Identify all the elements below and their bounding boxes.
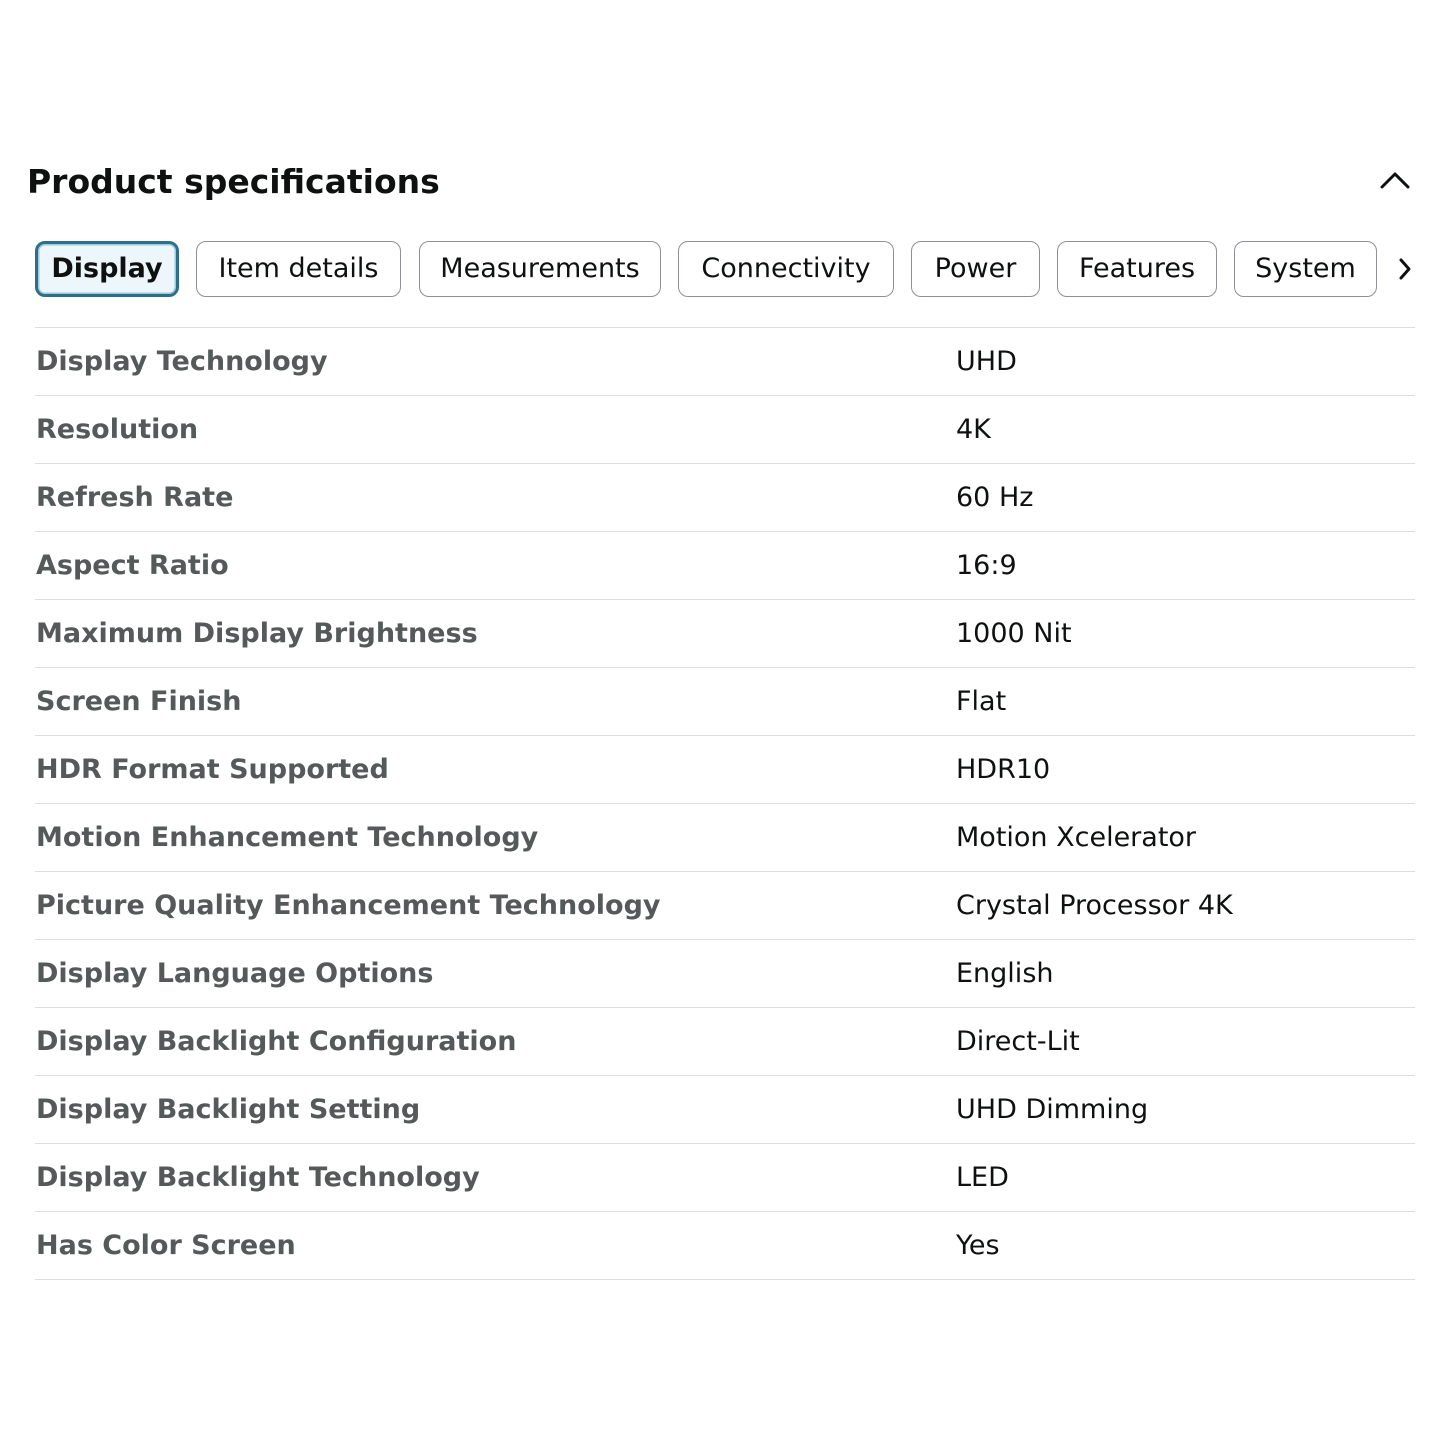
spec-value: UHD (956, 346, 1017, 377)
tab-measurements[interactable]: Measurements (419, 241, 661, 297)
spec-label: Refresh Rate (36, 482, 234, 513)
spec-value: Yes (956, 1230, 1000, 1261)
product-specifications-page: Product specifications Display Item deta… (0, 0, 1440, 1440)
spec-label: Display Technology (36, 346, 328, 377)
spec-value: English (956, 958, 1054, 989)
spec-value: Crystal Processor 4K (956, 890, 1233, 921)
table-row: Has Color Screen Yes (35, 1212, 1415, 1280)
spec-category-tabs: Display Item details Measurements Connec… (35, 241, 1415, 299)
tab-item-details[interactable]: Item details (196, 241, 401, 297)
spec-value: Direct-Lit (956, 1026, 1080, 1057)
spec-value: 1000 Nit (956, 618, 1072, 649)
spec-value: Motion Xcelerator (956, 822, 1197, 853)
table-row: Maximum Display Brightness 1000 Nit (35, 600, 1415, 668)
spec-label: Resolution (36, 414, 199, 445)
spec-label: Display Backlight Setting (36, 1094, 421, 1125)
section-title: Product specifications (27, 162, 440, 201)
spec-label: Has Color Screen (36, 1230, 296, 1261)
spec-value: LED (956, 1162, 1009, 1193)
spec-label: Display Backlight Technology (36, 1162, 480, 1193)
table-row: Refresh Rate 60 Hz (35, 464, 1415, 532)
tabs-scroll-right-button[interactable] (1394, 241, 1415, 297)
spec-value: 60 Hz (956, 482, 1034, 513)
table-row: Picture Quality Enhancement Technology C… (35, 872, 1415, 940)
tab-system[interactable]: System (1234, 241, 1377, 297)
spec-value: HDR10 (956, 754, 1051, 785)
spec-value: Flat (956, 686, 1007, 717)
table-row: Aspect Ratio 16:9 (35, 532, 1415, 600)
table-row: Resolution 4K (35, 396, 1415, 464)
table-row: HDR Format Supported HDR10 (35, 736, 1415, 804)
specifications-header: Product specifications (27, 160, 1415, 206)
chevron-right-icon (1399, 258, 1410, 280)
table-row: Display Backlight Setting UHD Dimming (35, 1076, 1415, 1144)
table-row: Screen Finish Flat (35, 668, 1415, 736)
tab-power[interactable]: Power (911, 241, 1040, 297)
spec-table: Display Technology UHD Resolution 4K Ref… (35, 327, 1415, 1280)
spec-label: Maximum Display Brightness (36, 618, 478, 649)
spec-label: Display Backlight Configuration (36, 1026, 517, 1057)
spec-label: HDR Format Supported (36, 754, 389, 785)
spec-label: Picture Quality Enhancement Technology (36, 890, 661, 921)
spec-value: UHD Dimming (956, 1094, 1149, 1125)
tab-connectivity[interactable]: Connectivity (678, 241, 894, 297)
spec-label: Display Language Options (36, 958, 434, 989)
spec-label: Motion Enhancement Technology (36, 822, 539, 853)
tab-features[interactable]: Features (1057, 241, 1217, 297)
table-row: Display Technology UHD (35, 328, 1415, 396)
table-row: Display Backlight Technology LED (35, 1144, 1415, 1212)
table-row: Display Backlight Configuration Direct-L… (35, 1008, 1415, 1076)
tab-display[interactable]: Display (35, 241, 179, 297)
spec-value: 4K (956, 414, 991, 445)
table-row: Display Language Options English (35, 940, 1415, 1008)
spec-value: 16:9 (956, 550, 1017, 581)
chevron-up-icon (1380, 172, 1410, 189)
spec-label: Aspect Ratio (36, 550, 229, 581)
collapse-button[interactable] (1375, 160, 1415, 200)
spec-label: Screen Finish (36, 686, 242, 717)
table-row: Motion Enhancement Technology Motion Xce… (35, 804, 1415, 872)
